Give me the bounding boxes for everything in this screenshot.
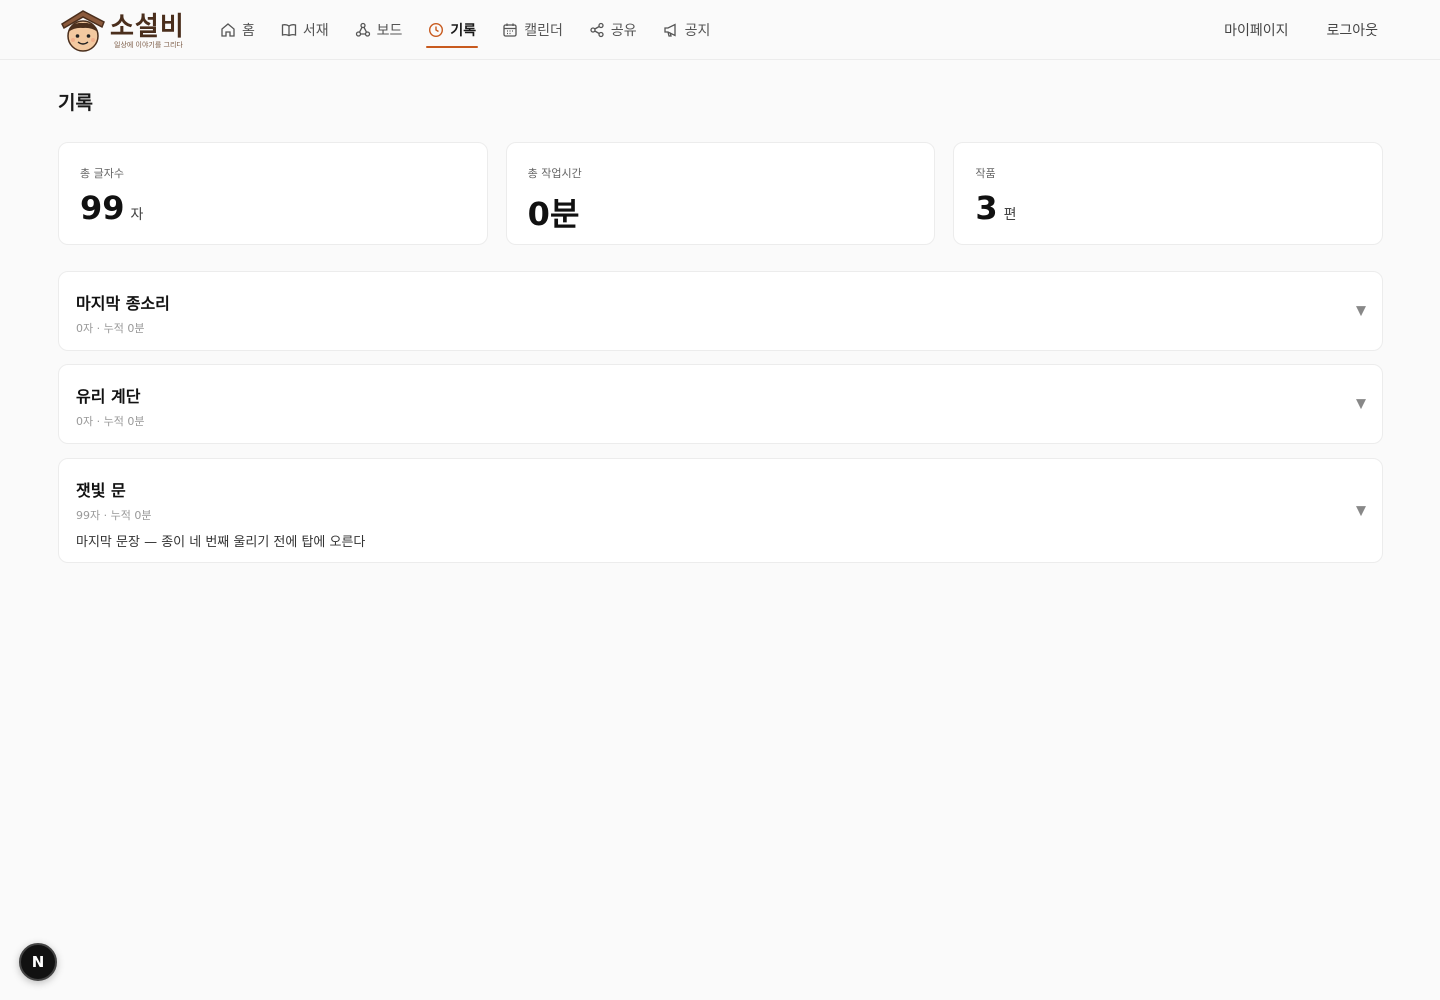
brand-tagline: 일상에 이야기를 그리다 xyxy=(114,41,183,49)
stat-value: 3 편 xyxy=(975,189,1361,227)
mascot-icon xyxy=(61,10,105,52)
nav-calendar-label: 캘린더 xyxy=(524,23,563,39)
stat-card-total-characters: 총 글자수 99 자 xyxy=(58,142,488,245)
nav-calendar[interactable]: 캘린더 xyxy=(502,0,563,60)
stat-label: 총 글자수 xyxy=(80,167,124,180)
nav-share-label: 공유 xyxy=(610,23,637,39)
chevron-down-icon[interactable]: ▼ xyxy=(1356,397,1366,412)
book-icon xyxy=(281,24,297,37)
stat-card-total-work-time: 총 작업시간 0분 xyxy=(505,142,936,245)
nav-board-label: 보드 xyxy=(376,23,403,39)
work-title: 유리 계단 xyxy=(76,387,141,406)
work-title: 마지막 종소리 xyxy=(76,294,170,313)
nav-library-label: 서재 xyxy=(302,23,329,39)
stat-value: 0분 xyxy=(528,189,914,235)
share-icon xyxy=(590,22,604,38)
work-item[interactable]: 마지막 종소리 0자 · 누적 0분 ▼ xyxy=(58,271,1383,351)
stat-unit: 편 xyxy=(1003,207,1017,223)
chevron-down-icon[interactable]: ▼ xyxy=(1356,503,1366,518)
nav-records-label: 기록 xyxy=(450,23,477,39)
work-item[interactable]: 잿빛 문 99자 · 누적 0분 마지막 문장 — 종이 네 번째 울리기 전에… xyxy=(58,458,1383,563)
stat-label: 총 작업시간 xyxy=(527,167,582,180)
stats-row: 총 글자수 99 자 총 작업시간 0분 작품 3 편 xyxy=(58,142,1384,245)
main-nav: 홈 서재 보드 기록 캘린더 공유 공지 xyxy=(220,0,736,60)
chevron-down-icon[interactable]: ▼ xyxy=(1356,304,1366,319)
work-title: 잿빛 문 xyxy=(76,481,126,500)
brand-name: 소설비 xyxy=(110,12,185,42)
stat-number: 0분 xyxy=(527,195,580,233)
stat-number: 99 xyxy=(80,189,125,227)
nav-notice-label: 공지 xyxy=(684,23,711,39)
nav-board[interactable]: 보드 xyxy=(355,0,403,60)
calendar-icon xyxy=(503,23,517,37)
nav-home-label: 홈 xyxy=(242,23,255,39)
nav-library[interactable]: 서재 xyxy=(281,0,329,60)
nav-home[interactable]: 홈 xyxy=(220,0,255,60)
work-excerpt: 마지막 문장 — 종이 네 번째 울리기 전에 탑에 오른다 xyxy=(76,535,366,550)
home-icon xyxy=(221,23,235,37)
work-meta: 0자 · 누적 0분 xyxy=(76,322,145,335)
nav-records[interactable]: 기록 xyxy=(426,0,478,60)
account-menu: 마이페이지 로그아웃 xyxy=(1186,0,1378,60)
top-navigation-bar: 소설비 일상에 이야기를 그리다 홈 서재 보드 기록 캘린더 공유 공지 마이… xyxy=(0,0,1440,60)
work-item[interactable]: 유리 계단 0자 · 누적 0분 ▼ xyxy=(58,364,1383,444)
logout-link[interactable]: 로그아웃 xyxy=(1326,20,1378,40)
megaphone-icon xyxy=(663,23,676,37)
clock-icon xyxy=(429,22,444,38)
brand-logo[interactable]: 소설비 일상에 이야기를 그리다 xyxy=(58,6,188,54)
mypage-link[interactable]: 마이페이지 xyxy=(1224,20,1288,40)
page-title: 기록 xyxy=(58,92,93,114)
board-icon xyxy=(355,22,370,37)
stat-label: 작품 xyxy=(975,167,996,180)
dev-tools-badge[interactable]: N xyxy=(19,943,57,981)
stat-card-works-count: 작품 3 편 xyxy=(953,142,1384,245)
nav-notice[interactable]: 공지 xyxy=(663,0,711,60)
nav-share[interactable]: 공유 xyxy=(589,0,637,60)
stat-unit: 자 xyxy=(130,207,144,223)
work-meta: 99자 · 누적 0분 xyxy=(76,509,152,522)
stat-number: 3 xyxy=(975,189,998,227)
stat-value: 99 자 xyxy=(80,189,466,227)
work-meta: 0자 · 누적 0분 xyxy=(76,415,145,428)
